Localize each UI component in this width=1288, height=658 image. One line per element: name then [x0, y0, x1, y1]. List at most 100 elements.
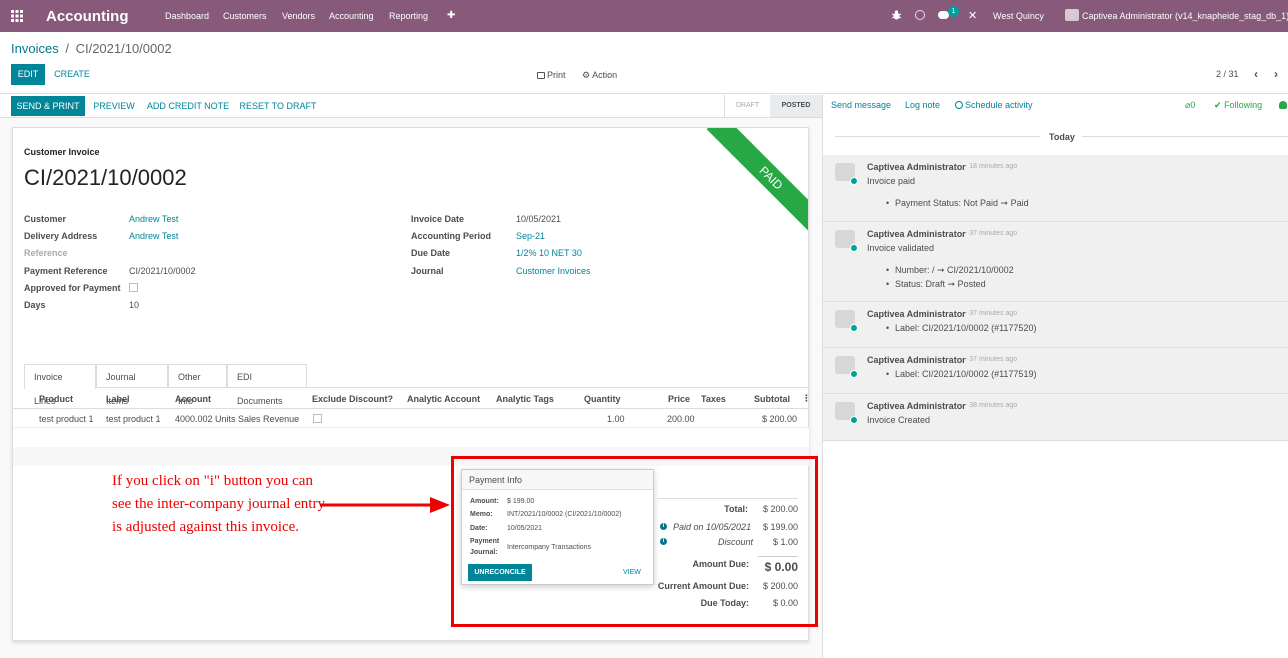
- tab-other-info[interactable]: Other Info: [168, 364, 227, 406]
- delivery-address-value[interactable]: Andrew Test: [129, 231, 178, 241]
- pager-value[interactable]: 2 / 31: [1216, 69, 1239, 79]
- author-avatar: [835, 402, 858, 424]
- col-price[interactable]: Price: [668, 394, 690, 404]
- message-time: - 38 minutes ago: [965, 402, 1018, 409]
- customer-value[interactable]: Andrew Test: [129, 214, 178, 224]
- followers-icon[interactable]: [1279, 101, 1287, 109]
- menu-reporting[interactable]: Reporting: [389, 11, 428, 21]
- tab-invoice-lines[interactable]: Invoice Lines: [24, 364, 96, 406]
- col-account[interactable]: Account: [175, 394, 211, 404]
- view-payment-link[interactable]: VIEW: [623, 569, 641, 576]
- journal-value[interactable]: Customer Invoices: [516, 266, 591, 276]
- date-value: 10/05/2021: [507, 525, 543, 532]
- message-body: Invoice paid: [867, 176, 916, 186]
- current-amount-due-value: $ 200.00: [762, 581, 798, 591]
- edit-button[interactable]: EDIT: [11, 64, 45, 85]
- tools-icon[interactable]: ✕: [968, 9, 977, 22]
- pager-previous-icon[interactable]: ‹: [1254, 67, 1258, 81]
- col-analytic-tags[interactable]: Analytic Tags: [496, 394, 554, 404]
- menu-dashboard[interactable]: Dashboard: [165, 11, 209, 21]
- line-exclude-discount-checkbox[interactable]: [313, 414, 322, 423]
- menu-vendors[interactable]: Vendors: [282, 11, 315, 21]
- accounting-period-value[interactable]: Sep-21: [516, 231, 545, 241]
- apps-menu-icon[interactable]: [11, 10, 23, 22]
- col-taxes[interactable]: Taxes: [701, 394, 726, 404]
- author-avatar: [835, 310, 858, 332]
- chatter-message: Captivea Administrator - 37 minutes ago …: [823, 302, 1288, 348]
- invoice-number: CI/2021/10/0002: [24, 165, 187, 190]
- annotation-arrow: [320, 496, 450, 514]
- message-author[interactable]: Captivea Administrator: [867, 309, 966, 319]
- paid-value: $ 199.00: [762, 522, 798, 532]
- attachments-count: 0: [1190, 100, 1196, 110]
- approved-for-payment-checkbox[interactable]: [129, 283, 138, 292]
- user-menu[interactable]: Captivea Administrator (v14_knapheide_st…: [1082, 11, 1288, 21]
- clock-icon[interactable]: [915, 10, 925, 20]
- gear-icon: ⚙: [582, 70, 591, 80]
- col-quantity[interactable]: Quantity: [584, 394, 621, 404]
- tab-journal-items[interactable]: Journal Items: [96, 364, 168, 406]
- menu-customers[interactable]: Customers: [223, 11, 267, 21]
- tracking-value: Label: CI/2021/10/0002 (#1177520): [886, 323, 1036, 333]
- payment-journal-value: Intercompany Transactions: [507, 544, 592, 551]
- reference-label: Reference: [24, 248, 68, 258]
- line-label: test product 1: [106, 414, 161, 424]
- app-title[interactable]: Accounting: [46, 8, 129, 25]
- col-exclude-discount[interactable]: Exclude Discount?: [312, 394, 393, 404]
- paid-on-label: Paid on 10/05/2021: [673, 522, 752, 532]
- following-button[interactable]: ✔ Following: [1214, 100, 1262, 111]
- attachments-button[interactable]: ⌀0: [1185, 100, 1195, 111]
- totals-divider: [657, 498, 798, 499]
- tracking-value: Status: Draft ➞ Posted: [886, 279, 986, 290]
- customer-label: Customer: [24, 214, 67, 224]
- days-label: Days: [24, 300, 46, 310]
- accounting-period-label: Accounting Period: [411, 231, 492, 241]
- payment-info-icon[interactable]: i: [660, 523, 667, 530]
- schedule-activity-button[interactable]: Schedule activity: [955, 100, 1033, 110]
- amount-value: $ 199.00: [507, 498, 535, 505]
- col-analytic-account[interactable]: Analytic Account: [407, 394, 480, 404]
- annotation-text: If you click on "i" button you can see t…: [112, 473, 325, 535]
- preview-button[interactable]: PREVIEW: [90, 96, 138, 116]
- chatter-message: Captivea Administrator - 38 minutes ago …: [823, 394, 1288, 441]
- user-avatar-icon[interactable]: [1065, 9, 1079, 21]
- message-author[interactable]: Captivea Administrator: [867, 162, 966, 172]
- col-label[interactable]: Label: [106, 394, 130, 404]
- send-print-button[interactable]: SEND & PRINT: [11, 96, 85, 116]
- plus-icon[interactable]: ✚: [447, 10, 455, 21]
- log-note-button[interactable]: Log note: [905, 100, 940, 110]
- tab-edi-documents[interactable]: EDI Documents: [227, 364, 307, 406]
- company-switcher[interactable]: West Quincy: [993, 11, 1044, 21]
- send-message-button[interactable]: Send message: [831, 100, 891, 110]
- pager-next-icon[interactable]: ›: [1274, 67, 1278, 81]
- due-date-value[interactable]: 1/2% 10 NET 30: [516, 248, 582, 258]
- message-author[interactable]: Captivea Administrator: [867, 355, 966, 365]
- reset-to-draft-button[interactable]: RESET TO DRAFT: [238, 96, 318, 116]
- message-author[interactable]: Captivea Administrator: [867, 229, 966, 239]
- discount-value: $ 1.00: [772, 537, 798, 547]
- optional-columns-icon[interactable]: ⋮: [802, 393, 811, 404]
- unreconcile-button[interactable]: UNRECONCILE: [468, 564, 532, 581]
- message-time: - 37 minutes ago: [965, 310, 1018, 317]
- print-button[interactable]: Print: [537, 70, 566, 80]
- payment-journal-label-line1: Payment: [470, 538, 500, 545]
- action-button[interactable]: ⚙ Action: [582, 70, 617, 81]
- breadcrumb-invoices[interactable]: Invoices: [11, 41, 59, 56]
- create-button[interactable]: CREATE: [50, 64, 94, 85]
- bug-icon[interactable]: [891, 10, 902, 20]
- message-body: Invoice validated: [867, 243, 935, 253]
- col-product[interactable]: Product: [39, 394, 73, 404]
- message-author[interactable]: Captivea Administrator: [867, 401, 966, 411]
- message-body: Invoice Created: [867, 415, 931, 425]
- amount-due-value: $ 0.00: [764, 560, 798, 574]
- col-subtotal[interactable]: Subtotal: [754, 394, 790, 404]
- discount-info-icon[interactable]: i: [660, 538, 667, 545]
- days-value: 10: [129, 300, 140, 310]
- message-time: - 37 minutes ago: [965, 230, 1018, 237]
- add-credit-note-button[interactable]: ADD CREDIT NOTE: [145, 96, 231, 116]
- print-label: Print: [547, 70, 566, 80]
- current-amount-due-label: Current Amount Due:: [657, 581, 749, 591]
- line-quantity: 1.00: [607, 414, 625, 424]
- tracking-value: Number: / ➞ CI/2021/10/0002: [886, 265, 1014, 276]
- menu-accounting[interactable]: Accounting: [329, 11, 374, 21]
